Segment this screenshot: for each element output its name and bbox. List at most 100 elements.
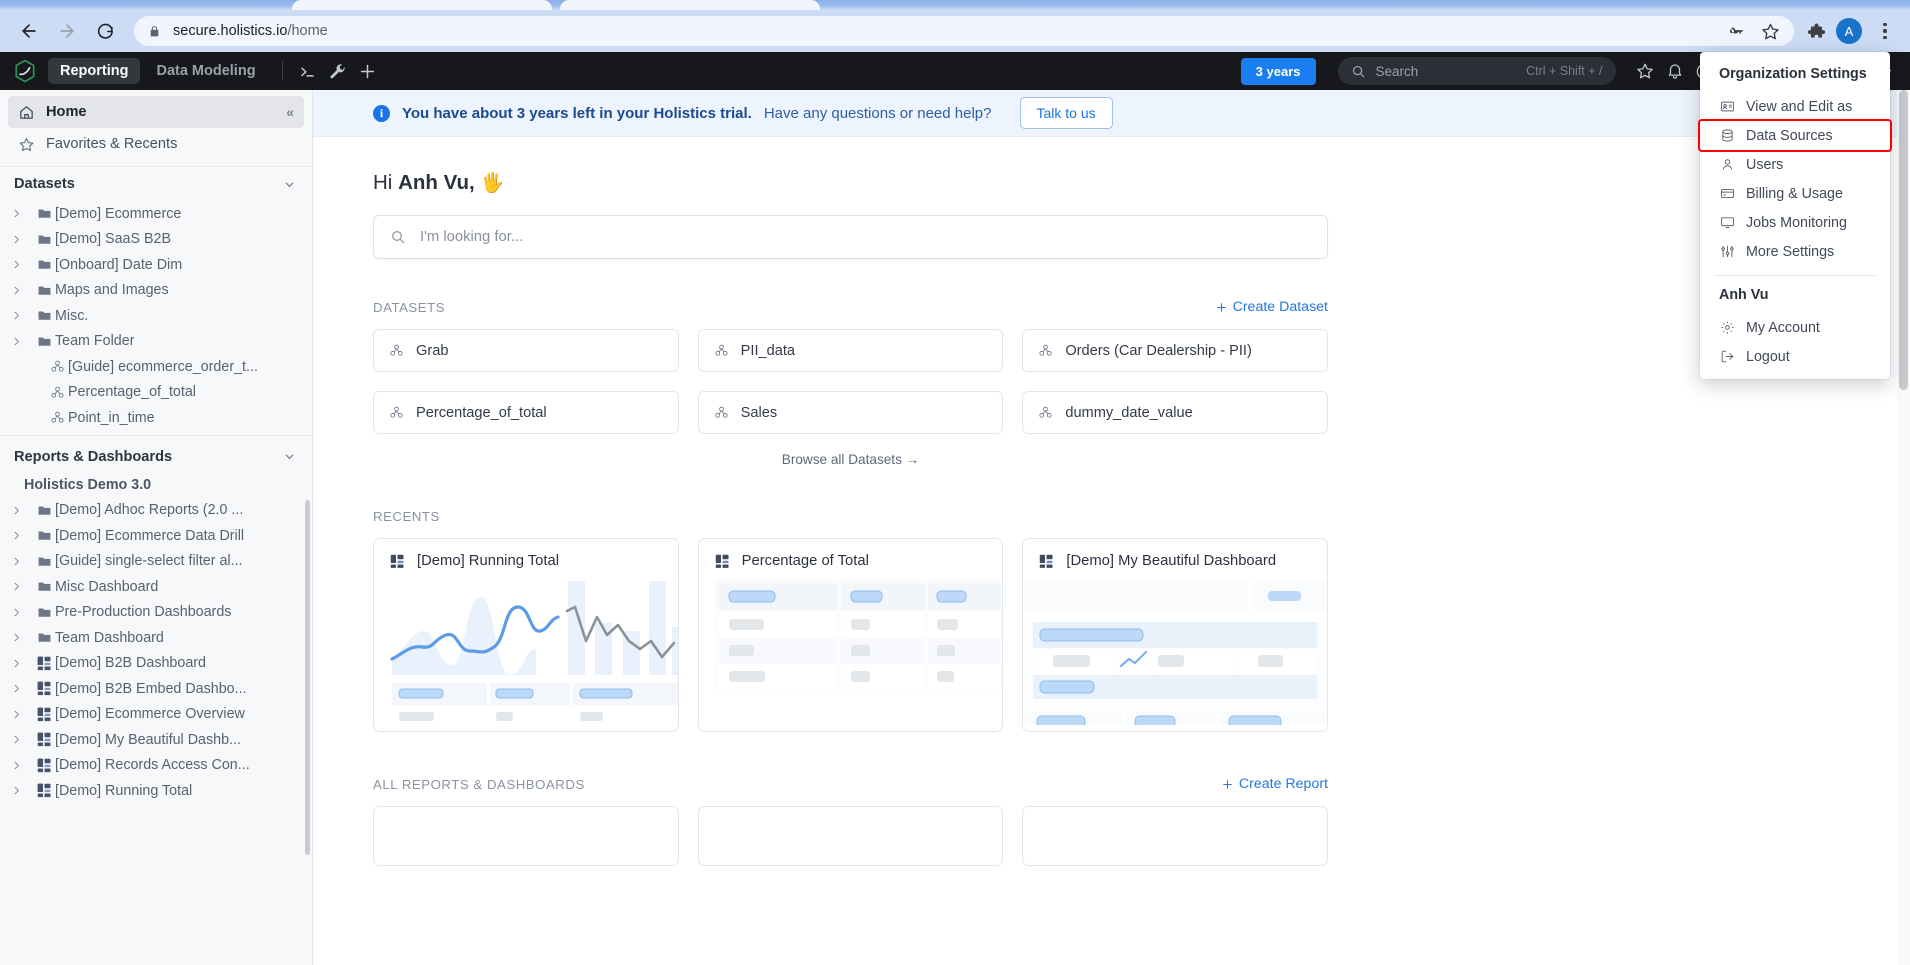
sidebar-dashboard-item[interactable]: [Demo] Running Total [0, 778, 312, 804]
chevron-right-icon[interactable] [11, 505, 33, 516]
sidebar-report-folder-item[interactable]: [Guide] single-select filter al... [0, 549, 312, 575]
dataset-card[interactable]: dummy_date_value [1022, 391, 1328, 434]
chevron-right-icon[interactable] [11, 581, 33, 592]
holistics-logo-icon[interactable] [14, 59, 36, 83]
chevron-right-icon[interactable] [11, 785, 33, 796]
back-button[interactable] [12, 14, 46, 48]
dataset-card-label: Orders (Car Dealership - PII) [1065, 342, 1252, 359]
sidebar-report-folder-item[interactable]: [Demo] Adhoc Reports (2.0 ... [0, 498, 312, 524]
chevron-right-icon[interactable] [11, 208, 33, 219]
sidebar-section-reports[interactable]: Reports & Dashboards [0, 440, 312, 474]
main-search-input[interactable]: I'm looking for... [373, 215, 1328, 259]
dataset-card[interactable]: Percentage_of_total [373, 391, 679, 434]
chevron-right-icon[interactable] [11, 259, 33, 270]
tools-button[interactable] [323, 57, 353, 85]
sidebar-folder-item[interactable]: Team Folder [0, 329, 312, 355]
dropdown-item-data-sources[interactable]: Data Sources [1698, 119, 1892, 152]
chevron-right-icon[interactable] [11, 683, 33, 694]
puzzle-icon[interactable] [1806, 21, 1826, 41]
dropdown-item-users[interactable]: Users [1700, 150, 1890, 179]
sidebar-section-datasets[interactable]: Datasets [0, 167, 312, 201]
chevron-right-icon[interactable] [11, 285, 33, 296]
tab-reporting[interactable]: Reporting [48, 58, 141, 84]
sidebar-folder-item[interactable]: [Demo] SaaS B2B [0, 227, 312, 253]
tab-data-modeling[interactable]: Data Modeling [144, 58, 267, 84]
main-scrollbar[interactable] [1897, 90, 1910, 965]
sidebar-dashboard-item[interactable]: [Demo] Ecommerce Overview [0, 702, 312, 728]
report-card[interactable] [373, 806, 679, 866]
sidebar-folder-item[interactable]: Misc. [0, 303, 312, 329]
add-button[interactable] [353, 57, 383, 85]
browser-tab[interactable] [560, 0, 820, 10]
talk-to-us-button[interactable]: Talk to us [1019, 97, 1113, 129]
sidebar-scrollbar[interactable] [305, 500, 310, 855]
chevron-right-icon[interactable] [11, 336, 33, 347]
address-bar[interactable]: secure.holistics.io/home [134, 16, 1794, 46]
forward-button[interactable] [50, 14, 84, 48]
sidebar-dataset-item[interactable]: Point_in_time [0, 405, 312, 431]
sidebar-report-folder-item[interactable]: [Demo] Ecommerce Data Drill [0, 523, 312, 549]
dropdown-item-view-and-edit-as[interactable]: View and Edit as [1700, 92, 1890, 121]
chevron-right-icon[interactable] [11, 234, 33, 245]
sidebar-dataset-item[interactable]: [Guide] ecommerce_order_t... [0, 354, 312, 380]
sidebar-item-favorites[interactable]: Favorites & Recents [8, 128, 304, 160]
dataset-card[interactable]: Sales [697, 391, 1004, 434]
dropdown-item-my-account[interactable]: My Account [1700, 313, 1890, 342]
create-report-button[interactable]: Create Report [1221, 776, 1328, 792]
chevron-right-icon[interactable] [11, 709, 33, 720]
collapse-left-icon[interactable]: « [286, 104, 294, 120]
reload-button[interactable] [88, 14, 122, 48]
sidebar-dashboard-item[interactable]: [Demo] Records Access Con... [0, 753, 312, 779]
sidebar-dashboard-item[interactable]: [Demo] My Beautiful Dashb... [0, 727, 312, 753]
sidebar-dashboard-item[interactable]: [Demo] B2B Dashboard [0, 651, 312, 677]
chevron-right-icon[interactable] [11, 658, 33, 669]
chevron-right-icon[interactable] [11, 632, 33, 643]
chevron-right-icon[interactable] [11, 310, 33, 321]
chevron-down-icon[interactable] [283, 178, 296, 191]
dropdown-item-jobs-monitoring[interactable]: Jobs Monitoring [1700, 208, 1890, 237]
chevron-down-icon[interactable] [283, 450, 296, 463]
browser-menu-button[interactable] [1872, 23, 1898, 39]
dataset-card[interactable]: Grab [373, 329, 679, 372]
recent-card[interactable]: Percentage of Total [697, 538, 1004, 732]
key-icon[interactable] [1726, 22, 1745, 41]
dataset-icon [46, 410, 68, 425]
browse-all-datasets-link[interactable]: Browse all Datasets → [782, 452, 920, 467]
sidebar-report-folder-item[interactable]: Team Dashboard [0, 625, 312, 651]
global-search[interactable]: Search Ctrl + Shift + / [1337, 57, 1616, 85]
sidebar-item-home[interactable]: Home « [8, 96, 304, 128]
notifications-button[interactable] [1660, 57, 1690, 85]
dropdown-item-more-settings[interactable]: More Settings [1700, 237, 1890, 266]
sidebar-dashboard-item[interactable]: [Demo] B2B Embed Dashbo... [0, 676, 312, 702]
chevron-right-icon[interactable] [11, 607, 33, 618]
dataset-card-label: PII_data [740, 342, 796, 359]
profile-avatar[interactable]: A [1836, 18, 1862, 44]
dropdown-item-logout[interactable]: Logout [1700, 342, 1890, 371]
recent-card[interactable]: [Demo] My Beautiful Dashboard [1022, 538, 1328, 732]
create-dataset-button[interactable]: Create Dataset [1215, 299, 1328, 315]
star-icon[interactable] [1761, 22, 1780, 41]
dataset-card[interactable]: PII_data [697, 329, 1004, 372]
sidebar-report-folder-item[interactable]: Misc Dashboard [0, 574, 312, 600]
sidebar-dataset-item[interactable]: Percentage_of_total [0, 380, 312, 406]
dropdown-item-billing-usage[interactable]: Billing & Usage [1700, 179, 1890, 208]
chevron-right-icon[interactable] [11, 556, 33, 567]
dataset-card[interactable]: Orders (Car Dealership - PII) [1022, 329, 1328, 372]
browser-tab[interactable] [292, 0, 552, 10]
main-scrollbar-thumb[interactable] [1899, 90, 1908, 390]
report-card[interactable] [697, 806, 1004, 866]
trial-badge[interactable]: 3 years [1240, 57, 1316, 85]
sidebar-folder-item[interactable]: [Demo] Ecommerce [0, 201, 312, 227]
chevron-right-icon[interactable] [11, 760, 33, 771]
folder-icon [33, 334, 55, 349]
recent-card[interactable]: [Demo] Running Total [373, 538, 679, 732]
terminal-button[interactable] [293, 57, 323, 85]
favorite-button[interactable] [1630, 57, 1660, 85]
sidebar-folder-item[interactable]: [Onboard] Date Dim [0, 252, 312, 278]
report-card[interactable] [1022, 806, 1328, 866]
wave-emoji: 🖐️ [480, 173, 505, 194]
chevron-right-icon[interactable] [11, 734, 33, 745]
sidebar-folder-item[interactable]: Maps and Images [0, 278, 312, 304]
chevron-right-icon[interactable] [11, 530, 33, 541]
sidebar-report-folder-item[interactable]: Pre-Production Dashboards [0, 600, 312, 626]
